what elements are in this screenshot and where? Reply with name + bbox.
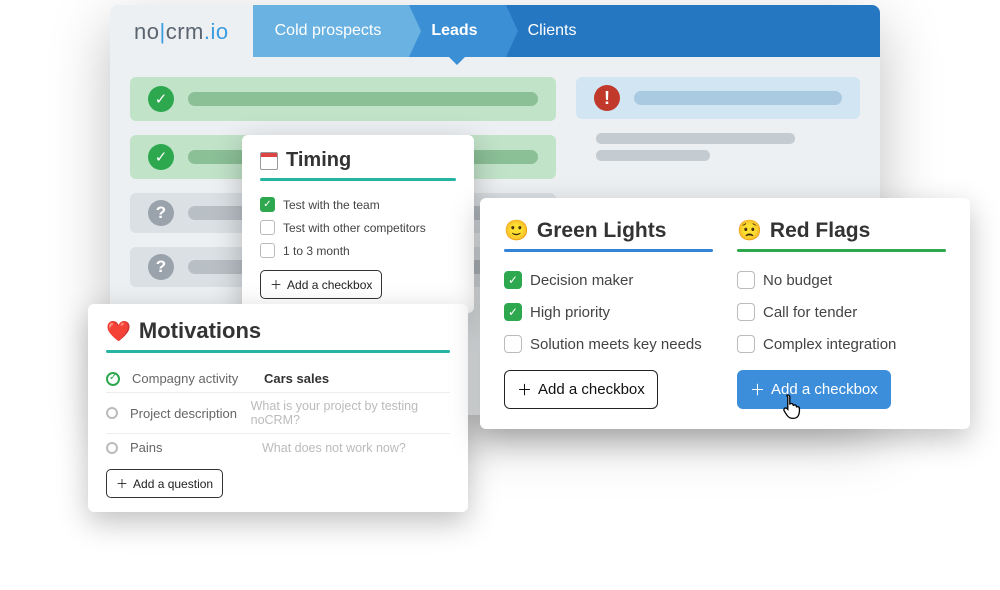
timing-item[interactable]: Test with other competitors	[260, 216, 456, 239]
tab-leads[interactable]: Leads	[409, 5, 505, 57]
checkbox-icon[interactable]	[737, 271, 755, 289]
red-item[interactable]: Complex integration	[737, 328, 946, 360]
placeholder-bar	[634, 91, 842, 105]
green-item[interactable]: Solution meets key needs	[504, 328, 713, 360]
checkbox-icon[interactable]	[504, 335, 522, 353]
green-item[interactable]: ✓ High priority	[504, 296, 713, 328]
motivation-row[interactable]: Pains What does not work now?	[106, 434, 450, 461]
calendar-icon	[260, 152, 278, 170]
field-value: Cars sales	[264, 371, 450, 386]
topbar: no|crm.io Cold prospects Leads Clients	[110, 5, 880, 57]
green-lights-column: 🙂 Green Lights ✓ Decision maker ✓ High p…	[504, 218, 713, 409]
motivation-row[interactable]: Compagny activity Cars sales	[106, 365, 450, 393]
checkbox-icon[interactable]	[260, 220, 275, 235]
check-icon: ✓	[148, 86, 174, 112]
tab-cold-prospects[interactable]: Cold prospects	[253, 5, 410, 57]
green-item[interactable]: ✓ Decision maker	[504, 264, 713, 296]
checkbox-icon[interactable]	[260, 243, 275, 258]
field-label: Compagny activity	[132, 371, 252, 386]
add-checkbox-button-primary[interactable]: ＋ Add a checkbox	[737, 370, 891, 409]
green-red-card: 🙂 Green Lights ✓ Decision maker ✓ High p…	[480, 198, 970, 429]
add-checkbox-button[interactable]: ＋ Add a checkbox	[504, 370, 658, 409]
pipeline-tabs: Cold prospects Leads Clients	[253, 5, 880, 57]
accent-bar	[737, 249, 946, 252]
field-label: Project description	[130, 406, 239, 421]
add-checkbox-button[interactable]: ＋ Add a checkbox	[260, 270, 382, 299]
alert-icon: !	[594, 85, 620, 111]
red-item[interactable]: Call for tender	[737, 296, 946, 328]
logo: no|crm.io	[110, 5, 253, 57]
green-title: 🙂 Green Lights	[504, 218, 713, 243]
red-title: 😟 Red Flags	[737, 218, 946, 243]
heart-icon: ❤️	[106, 319, 131, 344]
motivations-title: ❤️ Motivations	[106, 318, 450, 344]
motivation-row[interactable]: Project description What is your project…	[106, 393, 450, 434]
question-icon: ?	[148, 200, 174, 226]
checkbox-icon[interactable]	[737, 335, 755, 353]
checkbox-icon[interactable]: ✓	[260, 197, 275, 212]
add-question-button[interactable]: ＋ Add a question	[106, 469, 223, 498]
worried-icon: 😟	[737, 218, 762, 243]
smile-icon: 🙂	[504, 218, 529, 243]
red-item[interactable]: No budget	[737, 264, 946, 296]
lead-row-done[interactable]: ✓	[130, 77, 556, 121]
field-placeholder[interactable]: What is your project by testing noCRM?	[251, 399, 450, 427]
lead-row-alert[interactable]: !	[576, 77, 860, 119]
checkbox-icon[interactable]: ✓	[504, 271, 522, 289]
timing-item[interactable]: ✓ Test with the team	[260, 193, 456, 216]
placeholder-bar	[188, 92, 538, 106]
detail-placeholder	[576, 133, 860, 161]
motivations-card: ❤️ Motivations Compagny activity Cars sa…	[88, 304, 468, 512]
field-placeholder[interactable]: What does not work now?	[262, 441, 406, 455]
field-label: Pains	[130, 440, 250, 455]
accent-bar	[260, 178, 456, 181]
timing-card: Timing ✓ Test with the team Test with ot…	[242, 135, 474, 313]
timing-title: Timing	[260, 149, 456, 172]
check-icon: ✓	[148, 144, 174, 170]
radio-checked-icon[interactable]	[106, 372, 120, 386]
radio-icon[interactable]	[106, 442, 118, 454]
tab-clients[interactable]: Clients	[506, 5, 880, 57]
question-icon: ?	[148, 254, 174, 280]
timing-item[interactable]: 1 to 3 month	[260, 239, 456, 262]
accent-bar	[106, 350, 450, 353]
red-flags-column: 😟 Red Flags No budget Call for tender Co…	[737, 218, 946, 409]
checkbox-icon[interactable]	[737, 303, 755, 321]
accent-bar	[504, 249, 713, 252]
radio-icon[interactable]	[106, 407, 118, 419]
checkbox-icon[interactable]: ✓	[504, 303, 522, 321]
